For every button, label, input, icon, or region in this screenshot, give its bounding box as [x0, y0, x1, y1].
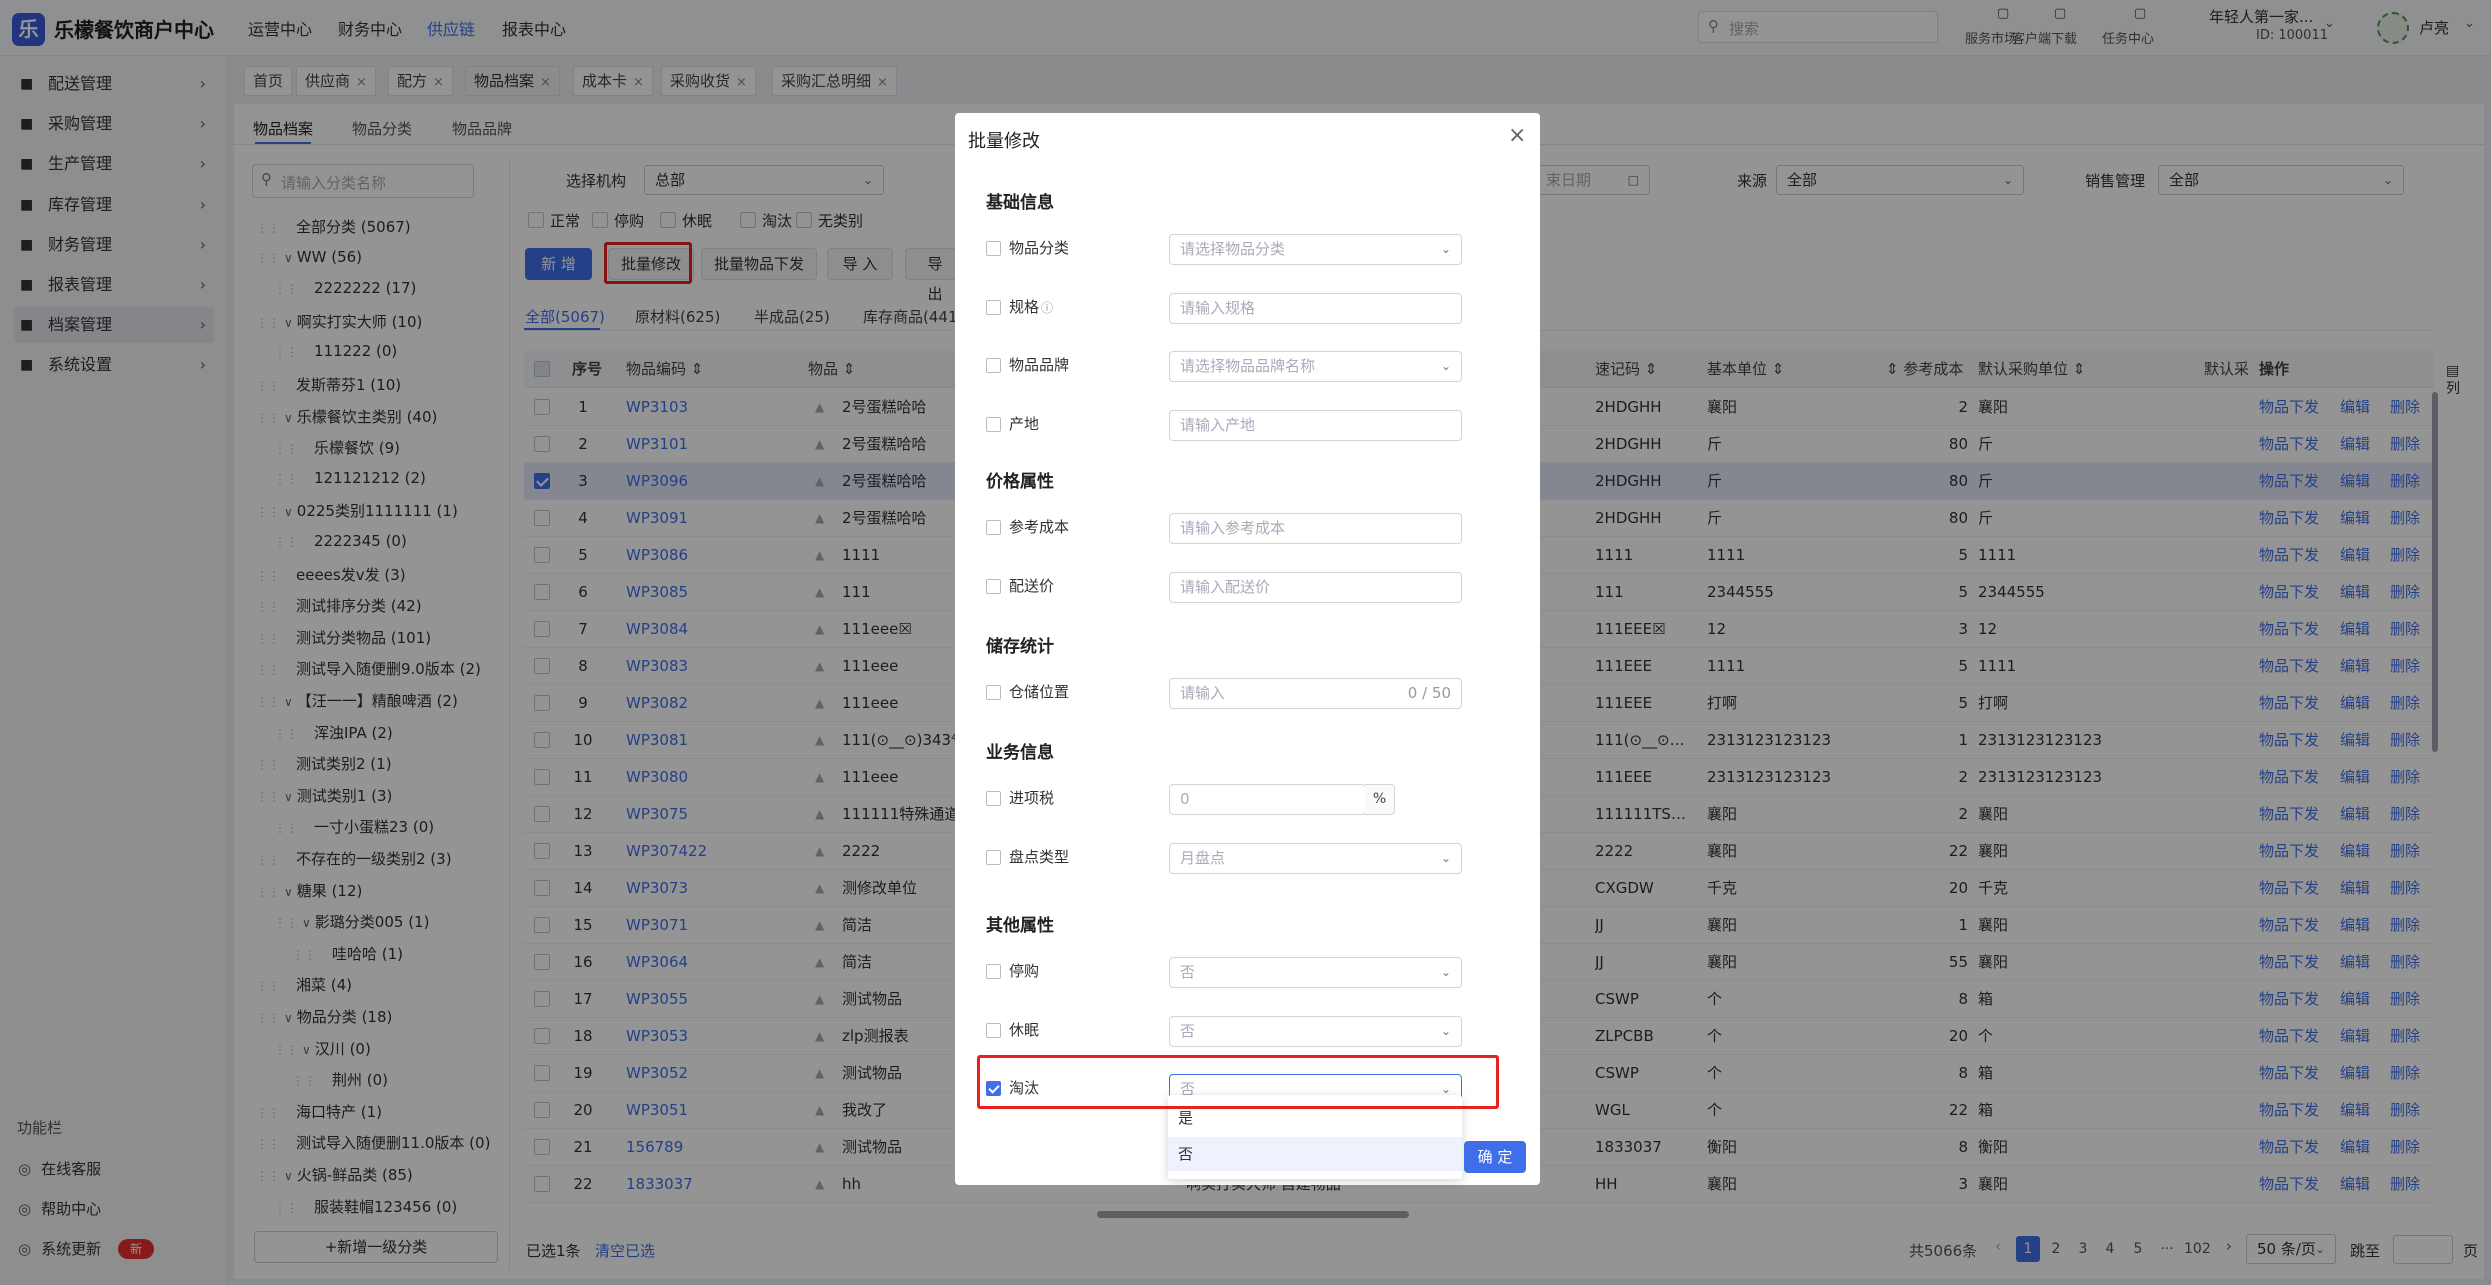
- field-input[interactable]: 请输入产地: [1169, 409, 1462, 441]
- field-checkbox[interactable]: [986, 520, 1001, 535]
- field-checkbox[interactable]: [986, 849, 1001, 865]
- field-placeholder: 月盘点: [1180, 848, 1226, 867]
- section-title: 业务信息: [986, 743, 1054, 763]
- field-label-text: 物品品牌: [1009, 356, 1070, 374]
- field-placeholder: 0: [1180, 790, 1190, 808]
- field-label: 参考成本: [1009, 516, 1069, 537]
- field-label: 停购: [1009, 960, 1039, 981]
- section-title: 价格属性: [986, 472, 1054, 492]
- field-select[interactable]: 否 ⌄: [1169, 957, 1462, 988]
- field-select[interactable]: 否 ⌄: [1169, 1015, 1462, 1047]
- field-label-text: 规格: [1009, 297, 1040, 316]
- field-placeholder: 请输入参考成本: [1180, 519, 1286, 537]
- field-percent[interactable]: 0: [1169, 784, 1366, 815]
- field-placeholder: 请输入产地: [1180, 415, 1256, 434]
- chevron-down-icon: ⌄: [1440, 850, 1451, 865]
- field-label: 盘点类型: [1009, 846, 1069, 867]
- chevron-down-icon: ⌄: [1440, 965, 1451, 979]
- field-input[interactable]: 请输入 0 / 50: [1169, 678, 1462, 709]
- field-select[interactable]: 请选择物品品牌名称 ⌄: [1169, 351, 1462, 382]
- help-icon[interactable]: ⓘ: [1041, 301, 1053, 315]
- field-checkbox[interactable]: [986, 964, 1001, 979]
- field-label: 规格 ⓘ: [1009, 296, 1053, 317]
- section-title: 储存统计: [986, 637, 1054, 657]
- chevron-down-icon: ⌄: [1440, 359, 1451, 373]
- char-counter: 0 / 50: [1407, 684, 1451, 702]
- percent-suffix: %: [1365, 784, 1395, 815]
- field-checkbox[interactable]: [986, 416, 1001, 432]
- field-placeholder: 否: [1180, 1021, 1196, 1040]
- field-label-text: 盘点类型: [1009, 847, 1070, 866]
- field-label: 进项税: [1009, 787, 1054, 808]
- section-title: 其他属性: [986, 916, 1054, 936]
- field-select[interactable]: 请选择物品分类 ⌄: [1169, 234, 1462, 265]
- field-label-text: 仓储位置: [1009, 683, 1070, 701]
- chevron-down-icon: ⌄: [1440, 242, 1451, 256]
- field-label-text: 配送价: [1009, 576, 1055, 595]
- field-placeholder: 请输入: [1180, 684, 1226, 702]
- dialog-title: 批量修改: [968, 131, 1040, 152]
- field-checkbox[interactable]: [986, 358, 1001, 373]
- field-label: 物品分类: [1009, 237, 1069, 258]
- field-placeholder: 请输入配送价: [1180, 577, 1271, 596]
- field-placeholder: 请选择物品品牌名称: [1180, 357, 1316, 375]
- field-label: 物品品牌: [1009, 354, 1069, 375]
- field-label: 产地: [1009, 413, 1039, 434]
- field-placeholder: 请输入规格: [1180, 298, 1256, 317]
- field-placeholder: 请选择物品分类: [1180, 240, 1286, 258]
- field-checkbox[interactable]: [986, 299, 1001, 315]
- field-checkbox[interactable]: [986, 791, 1001, 806]
- field-label-text: 物品分类: [1009, 239, 1070, 257]
- chevron-down-icon: ⌄: [1440, 1023, 1451, 1038]
- close-icon[interactable]: ×: [1508, 123, 1526, 148]
- field-label-text: 产地: [1009, 414, 1040, 433]
- field-checkbox[interactable]: [986, 1022, 1001, 1038]
- section-title: 基础信息: [986, 193, 1054, 213]
- field-label: 休眠: [1009, 1019, 1039, 1040]
- highlight-box: [977, 1055, 1499, 1109]
- field-select[interactable]: 月盘点 ⌄: [1169, 842, 1462, 874]
- field-label-text: 参考成本: [1009, 518, 1070, 536]
- field-label-text: 休眠: [1009, 1020, 1040, 1039]
- field-input[interactable]: 请输入参考成本: [1169, 513, 1462, 544]
- field-label-text: 停购: [1009, 962, 1040, 980]
- field-input[interactable]: 请输入配送价: [1169, 571, 1462, 603]
- field-checkbox[interactable]: [986, 578, 1001, 594]
- field-label-text: 进项税: [1009, 789, 1055, 807]
- dropdown-option-no[interactable]: 否: [1168, 1137, 1462, 1171]
- field-label: 配送价: [1009, 575, 1054, 596]
- field-checkbox[interactable]: [986, 685, 1001, 700]
- field-placeholder: 否: [1180, 963, 1196, 981]
- field-label: 仓储位置: [1009, 681, 1069, 702]
- field-input[interactable]: 请输入规格: [1169, 292, 1462, 324]
- confirm-button[interactable]: 确 定: [1464, 1141, 1526, 1173]
- field-checkbox[interactable]: [986, 241, 1001, 256]
- batch-edit-dialog: 批量修改 × 基础信息 物品分类 请选择物品分类 ⌄ 规格 ⓘ 请输入规格 物品品牌 请选择物品…: [955, 113, 1540, 1185]
